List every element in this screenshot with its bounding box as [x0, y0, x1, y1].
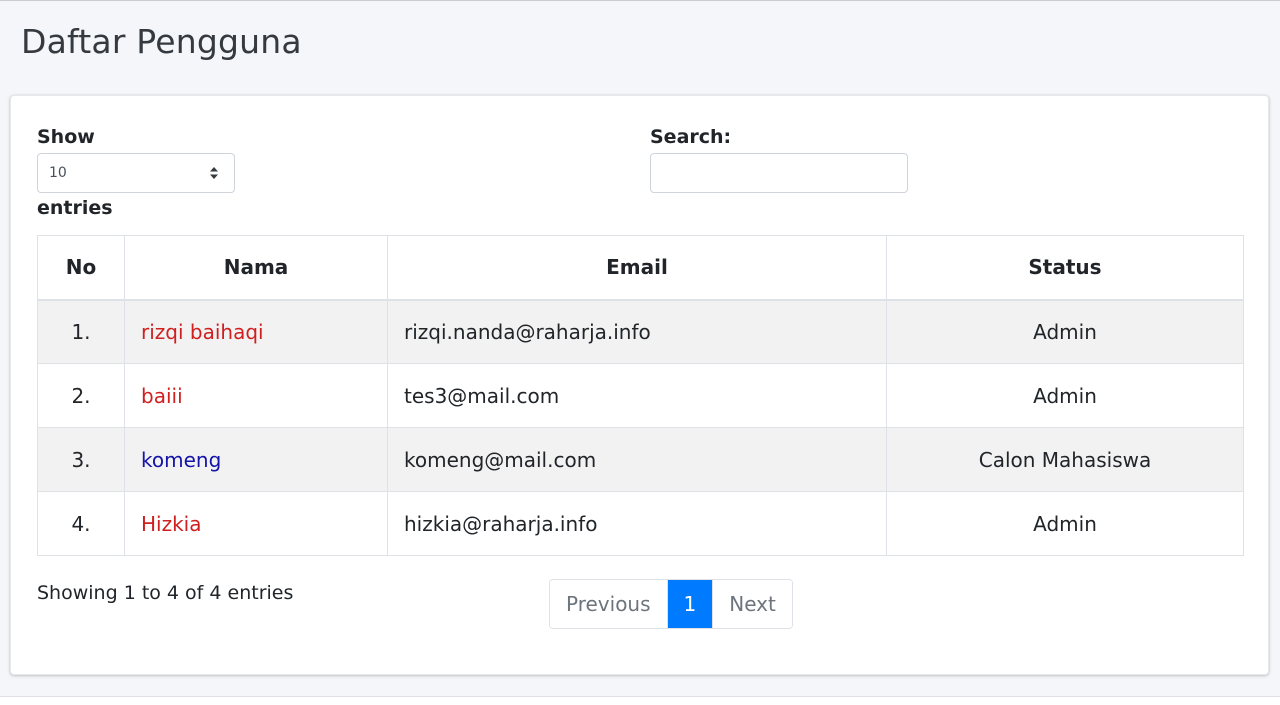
cell-nama: Hizkia — [124, 491, 388, 556]
search-input[interactable] — [650, 153, 908, 193]
page-title: Daftar Pengguna — [21, 22, 302, 61]
users-card: Show 10 entries Search: No Nama Email St… — [10, 95, 1269, 675]
pagination: Previous 1 Next — [549, 579, 793, 629]
entries-length-value: 10 — [49, 165, 67, 181]
user-name-link[interactable]: baiii — [141, 384, 183, 408]
cell-nama: rizqi baihaqi — [124, 299, 388, 364]
table-header-row: No Nama Email Status — [37, 235, 1244, 301]
table-row: 2. baiii tes3@mail.com Admin — [37, 363, 1244, 428]
column-header-status[interactable]: Status — [886, 235, 1244, 301]
column-header-no[interactable]: No — [37, 235, 125, 301]
table-row: 1. rizqi baihaqi rizqi.nanda@raharja.inf… — [37, 299, 1244, 364]
previous-page-button[interactable]: Previous — [550, 580, 667, 628]
next-page-button[interactable]: Next — [712, 580, 792, 628]
cell-no: 3. — [37, 427, 125, 492]
column-header-nama[interactable]: Nama — [124, 235, 388, 301]
search-label: Search: — [650, 126, 732, 148]
page-1-button[interactable]: 1 — [666, 580, 713, 628]
column-header-email[interactable]: Email — [387, 235, 887, 301]
cell-email: hizkia@raharja.info — [387, 491, 887, 556]
user-name-link[interactable]: komeng — [141, 448, 221, 472]
footer — [0, 697, 1280, 705]
users-table: No Nama Email Status 1. rizqi baihaqi ri… — [37, 235, 1244, 556]
table-row: 3. komeng komeng@mail.com Calon Mahasisw… — [37, 427, 1244, 492]
cell-email: tes3@mail.com — [387, 363, 887, 428]
cell-no: 1. — [37, 299, 125, 364]
sort-caret-icon — [210, 167, 218, 179]
entries-length-select[interactable]: 10 — [37, 153, 235, 193]
cell-status: Admin — [886, 491, 1244, 556]
show-label: Show — [37, 126, 95, 148]
cell-nama: komeng — [124, 427, 388, 492]
cell-nama: baiii — [124, 363, 388, 428]
cell-status: Admin — [886, 299, 1244, 364]
table-info: Showing 1 to 4 of 4 entries — [37, 582, 294, 604]
cell-email: komeng@mail.com — [387, 427, 887, 492]
user-name-link[interactable]: Hizkia — [141, 512, 202, 536]
cell-status: Calon Mahasiswa — [886, 427, 1244, 492]
table-row: 4. Hizkia hizkia@raharja.info Admin — [37, 491, 1244, 556]
cell-no: 4. — [37, 491, 125, 556]
entries-label: entries — [37, 197, 113, 219]
cell-status: Admin — [886, 363, 1244, 428]
cell-email: rizqi.nanda@raharja.info — [387, 299, 887, 364]
user-name-link[interactable]: rizqi baihaqi — [141, 320, 264, 344]
cell-no: 2. — [37, 363, 125, 428]
top-border — [0, 0, 1280, 1]
